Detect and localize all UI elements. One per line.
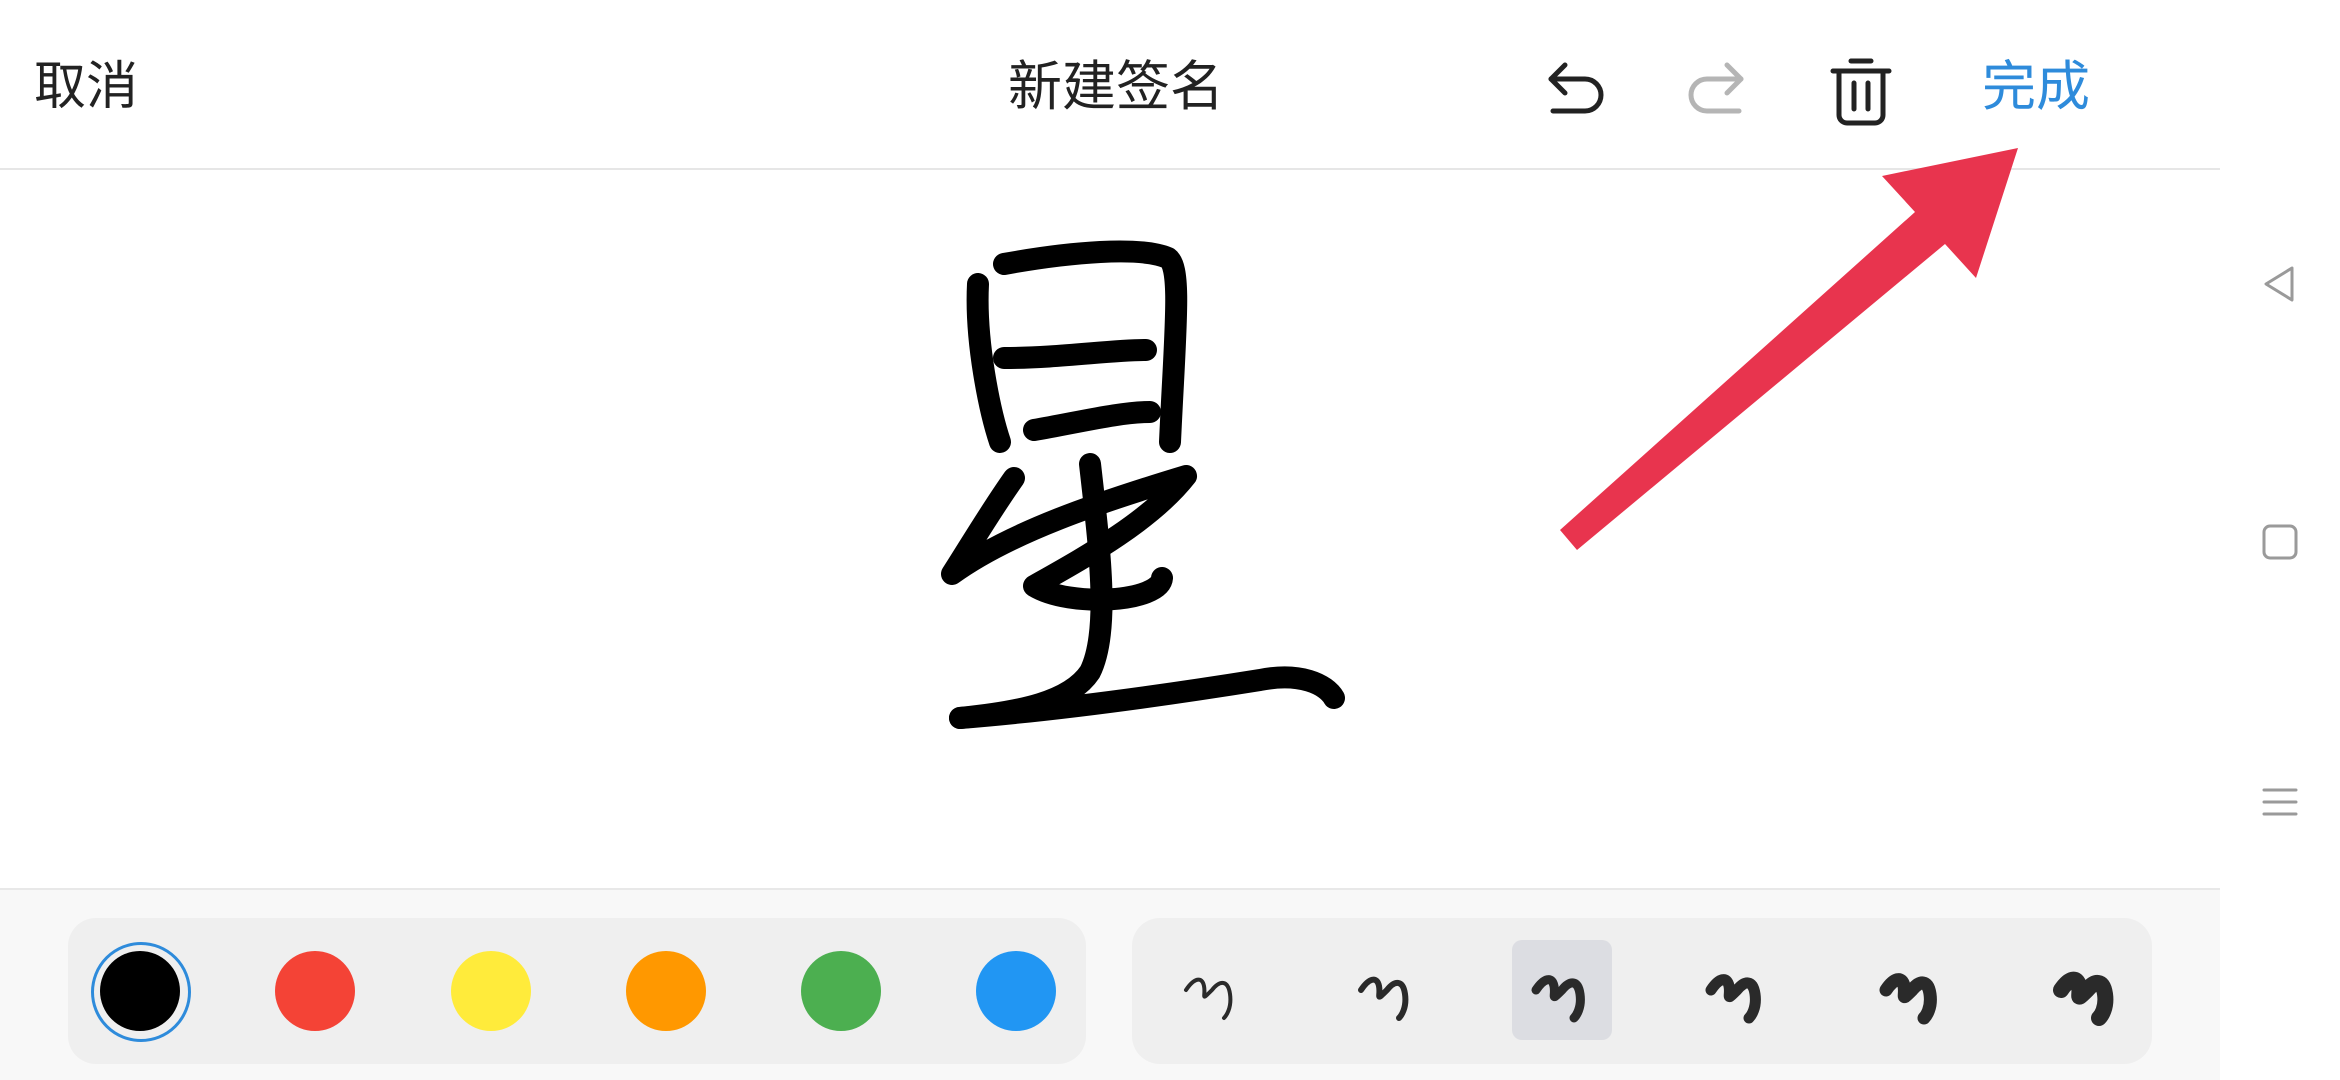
bottom-toolbar — [0, 888, 2220, 1080]
undo-button[interactable] — [1530, 46, 1620, 136]
brush-stroke-icon — [2053, 971, 2114, 1026]
home-square-icon — [2262, 524, 2298, 560]
cancel-button[interactable]: 取消 — [34, 52, 138, 122]
color-swatch-green[interactable] — [801, 951, 881, 1031]
color-swatch-red[interactable] — [275, 951, 355, 1031]
brush-stroke-icon — [1358, 976, 1409, 1021]
system-navigation-bar — [2220, 0, 2340, 1080]
brush-stroke-icon — [1184, 977, 1233, 1020]
color-swatch-yellow[interactable] — [451, 951, 531, 1031]
brush-size-4[interactable] — [1687, 940, 1787, 1040]
recents-button[interactable] — [2250, 772, 2310, 832]
trash-icon — [1830, 58, 1892, 126]
brush-size-5[interactable] — [1862, 940, 1962, 1040]
brush-stroke-icon — [1879, 973, 1937, 1025]
annotation-arrow-icon — [1560, 148, 2018, 550]
brush-stroke-icon — [1531, 975, 1585, 1023]
back-button[interactable] — [2250, 254, 2310, 314]
menu-lines-icon — [2262, 788, 2298, 816]
done-button[interactable]: 完成 — [1982, 52, 2090, 122]
delete-button[interactable] — [1816, 46, 1906, 136]
brush-size-picker — [1132, 918, 2152, 1064]
page-title: 新建签名 — [1008, 55, 1224, 118]
redo-icon — [1688, 62, 1744, 114]
home-button[interactable] — [2250, 512, 2310, 572]
brush-size-2[interactable] — [1337, 940, 1437, 1040]
undo-icon — [1548, 62, 1604, 114]
color-picker — [68, 918, 1086, 1064]
redo-button[interactable] — [1672, 46, 1762, 136]
color-swatch-blue[interactable] — [976, 951, 1056, 1031]
brush-size-6[interactable] — [2037, 940, 2137, 1040]
brush-size-1[interactable] — [1162, 940, 1262, 1040]
brush-size-3[interactable] — [1512, 940, 1612, 1040]
brush-stroke-icon — [1705, 974, 1761, 1024]
color-swatch-orange[interactable] — [626, 951, 706, 1031]
back-triangle-icon — [2264, 266, 2294, 302]
color-swatch-black[interactable] — [91, 942, 191, 1042]
